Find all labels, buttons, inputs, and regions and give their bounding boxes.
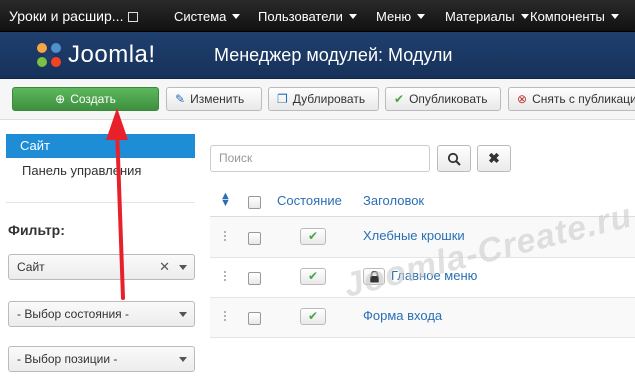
published-toggle[interactable]: ✔	[300, 228, 326, 245]
page-header: Joomla! Менеджер модулей: Модули	[0, 32, 635, 79]
sort-order-icon[interactable]: ▲ ▼	[220, 191, 231, 209]
edit-icon: ✎	[175, 92, 186, 106]
client-select[interactable]: Сайт ✕	[8, 254, 195, 280]
select-all-checkbox[interactable]	[248, 196, 261, 209]
published-toggle[interactable]: ✔	[300, 268, 326, 285]
menu-users[interactable]: Пользователи	[258, 9, 357, 24]
close-icon: ✖	[488, 150, 500, 166]
page-title: Менеджер модулей: Модули	[214, 45, 453, 65]
duplicate-button[interactable]: ❐ Дублировать	[268, 87, 379, 111]
row-checkbox[interactable]	[248, 312, 261, 325]
drag-handle-icon[interactable]	[223, 310, 227, 322]
position-select-value: - Выбор позиции -	[17, 352, 118, 366]
menu-system[interactable]: Система	[174, 9, 241, 24]
caret-down-icon	[417, 14, 426, 19]
search-icon	[447, 152, 461, 166]
joomla-logo[interactable]: Joomla!	[34, 38, 184, 72]
external-link-icon	[128, 12, 139, 22]
admin-topbar: Уроки и расшир... Система Пользователи М…	[0, 0, 635, 32]
client-select-value: Сайт	[17, 260, 45, 274]
menu-content-label: Материалы	[445, 9, 515, 24]
caret-down-icon	[232, 14, 241, 19]
position-select[interactable]: - Выбор позиции -	[8, 346, 195, 372]
unpublish-button[interactable]: ⊗ Снять с публикаци	[508, 87, 635, 111]
logo-text: Joomla!	[68, 41, 156, 68]
check-icon: ✔	[394, 92, 405, 106]
menu-menus-label: Меню	[376, 9, 412, 24]
published-toggle[interactable]: ✔	[300, 308, 326, 325]
chevron-down-icon	[179, 312, 187, 317]
check-icon: ✔	[307, 309, 319, 323]
row-divider	[210, 297, 635, 298]
create-button-label: Создать	[70, 92, 116, 106]
state-select[interactable]: - Выбор состояния -	[8, 301, 195, 327]
state-select-value: - Выбор состояния -	[17, 307, 130, 321]
row-checkbox[interactable]	[248, 232, 261, 245]
search-placeholder: Поиск	[219, 151, 253, 165]
search-button[interactable]	[437, 145, 471, 172]
sidebar-item-site[interactable]: Сайт	[6, 134, 195, 158]
check-icon: ✔	[307, 229, 319, 243]
close-circle-icon: ⊗	[517, 92, 528, 106]
caret-down-icon	[610, 14, 619, 19]
drag-handle-icon[interactable]	[223, 270, 227, 282]
toolbar: ⊕ Создать ✎ Изменить ❐ Дублировать ✔ Опублик…	[0, 79, 635, 120]
duplicate-button-label: Дублировать	[292, 92, 366, 106]
publish-button-label: Опубликовать	[409, 92, 488, 106]
drag-handle-icon[interactable]	[223, 230, 227, 242]
publish-button[interactable]: ✔ Опубликовать	[385, 87, 501, 111]
row-divider	[210, 337, 635, 338]
module-title-link[interactable]: Форма входа	[363, 308, 442, 323]
column-title-header[interactable]: Заголовок	[363, 193, 424, 208]
site-label[interactable]: Уроки и расшир...	[9, 8, 123, 24]
menu-components[interactable]: Компоненты	[530, 9, 619, 24]
sidebar-item-control-panel[interactable]: Панель управления	[22, 163, 141, 178]
search-input[interactable]: Поиск	[210, 145, 430, 172]
unpublish-button-label: Снять с публикаци	[532, 92, 635, 106]
menu-menus[interactable]: Меню	[376, 9, 426, 24]
site-link[interactable]: Уроки и расшир...	[9, 8, 139, 24]
chevron-down-icon	[179, 357, 187, 362]
joomla-logo-icon	[37, 43, 61, 67]
copy-icon: ❐	[277, 92, 288, 106]
caret-down-icon	[520, 14, 529, 19]
filter-label: Фильтр:	[8, 222, 65, 238]
edit-button-label: Изменить	[190, 92, 245, 106]
menu-content[interactable]: Материалы	[445, 9, 529, 24]
clear-icon[interactable]: ✕	[159, 255, 170, 279]
clear-search-button[interactable]: ✖	[477, 145, 511, 172]
menu-users-label: Пользователи	[258, 9, 343, 24]
column-state-header[interactable]: Состояние	[277, 193, 342, 208]
plus-circle-icon: ⊕	[55, 92, 66, 106]
menu-system-label: Система	[174, 9, 227, 24]
create-button[interactable]: ⊕ Создать	[12, 87, 159, 111]
chevron-down-icon	[179, 265, 187, 270]
caret-down-icon	[348, 14, 357, 19]
row-checkbox[interactable]	[248, 272, 261, 285]
edit-button[interactable]: ✎ Изменить	[166, 87, 262, 111]
sidebar-divider	[6, 202, 195, 203]
check-icon: ✔	[307, 269, 319, 283]
menu-components-label: Компоненты	[530, 9, 605, 24]
